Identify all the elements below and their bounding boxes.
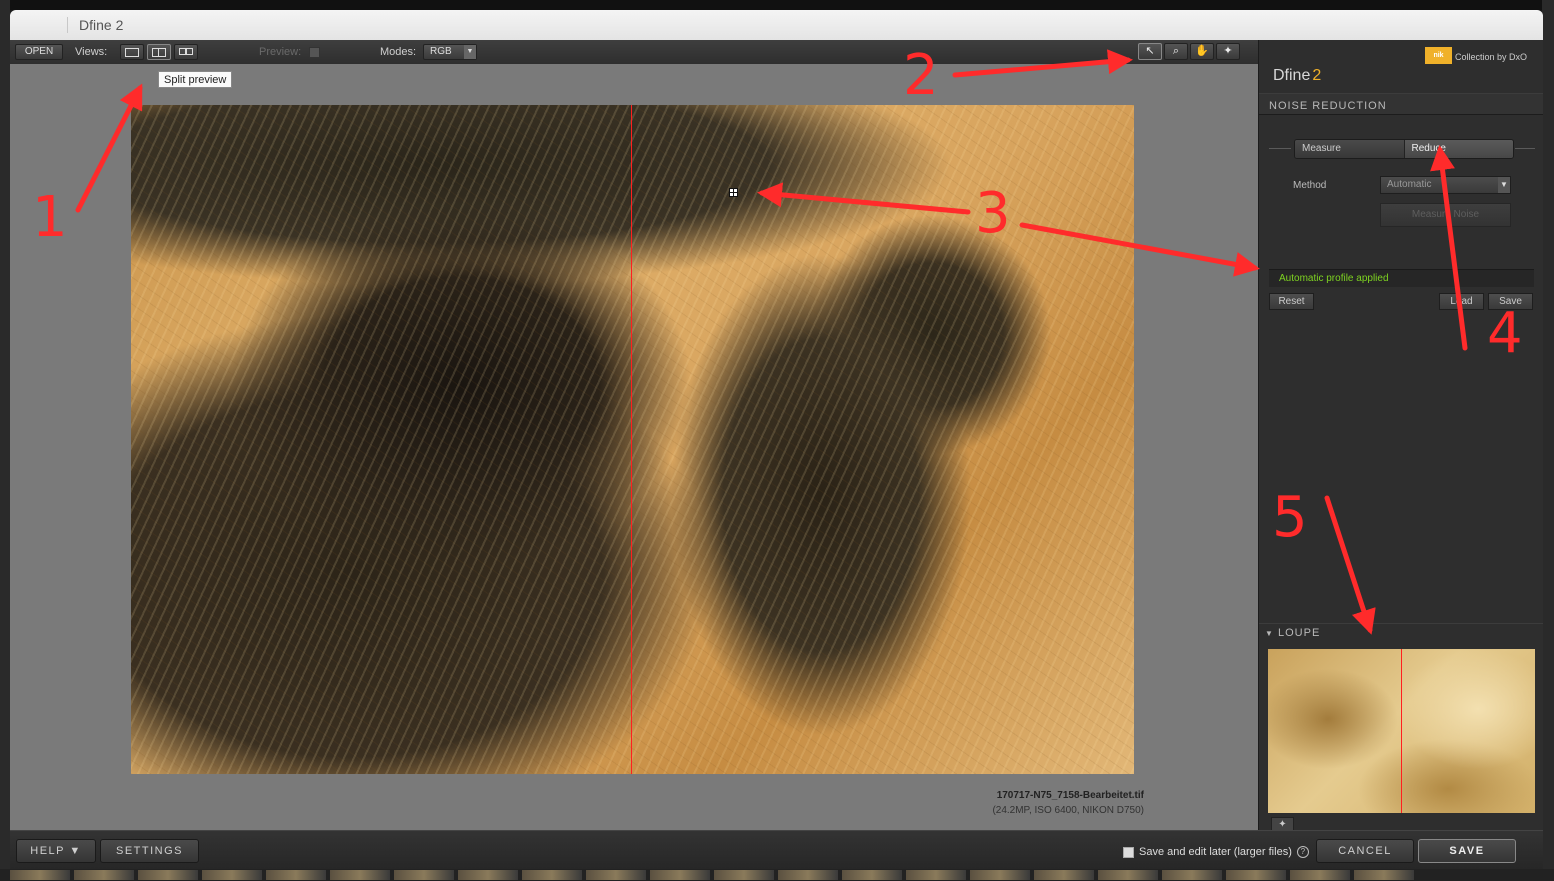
annotation-number-5: 5 [1272, 485, 1308, 550]
annotation-arrow-3a [757, 182, 971, 215]
annotation-number-2: 2 [903, 43, 939, 108]
annotation-arrow-4 [1430, 145, 1468, 351]
annotation-number-1: 1 [32, 185, 68, 250]
annotation-arrow-1 [75, 83, 143, 213]
annotation-arrow-3b [1019, 222, 1260, 277]
annotation-number-4: 4 [1487, 301, 1523, 366]
annotation-arrow-5 [1324, 495, 1376, 635]
annotation-arrow-2 [952, 49, 1133, 78]
annotation-number-3: 3 [975, 181, 1011, 246]
annotation-arrows [75, 49, 1468, 635]
